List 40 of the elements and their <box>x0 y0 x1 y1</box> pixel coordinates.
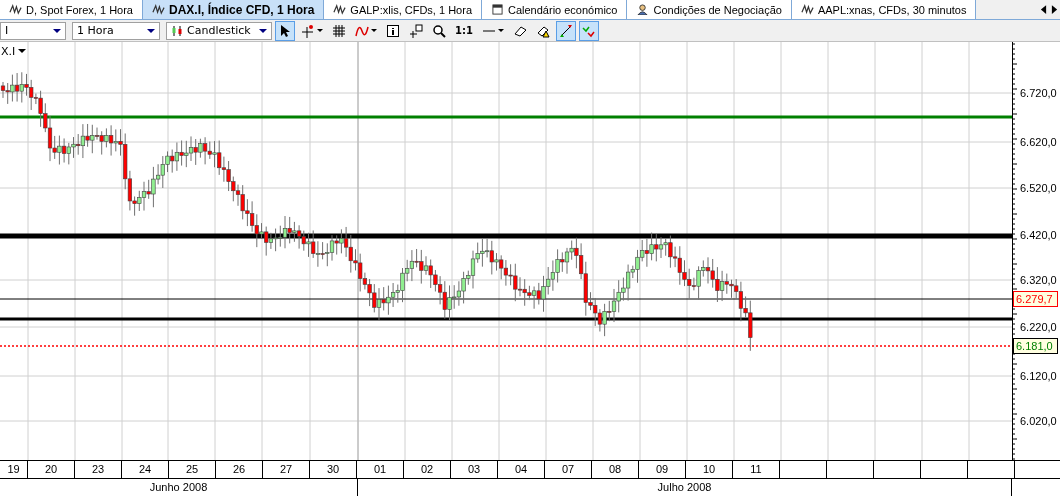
date-axis-label: 23 <box>75 461 122 478</box>
price-axis-label: 6.220,0 <box>1020 321 1057 333</box>
date-axis-label: 08 <box>592 461 639 478</box>
chart-type-select[interactable]: Candlestick <box>166 21 272 40</box>
text-tool-button[interactable]: 1:1 <box>452 20 476 41</box>
price-axis-label: 6.420,0 <box>1020 229 1057 241</box>
date-axis-label: 24 <box>122 461 169 478</box>
date-axis-label: 19 <box>0 461 28 478</box>
month-axis-label: Julho 2008 <box>358 479 1012 496</box>
symbol-select[interactable]: I <box>0 21 66 40</box>
date-axis-label: 11 <box>733 461 780 478</box>
date-axis-label: 26 <box>216 461 263 478</box>
chart-tab[interactable]: GALP:xlis, CFDs, 1 Hora <box>324 0 482 19</box>
month-axis-label: Junho 2008 <box>0 479 358 496</box>
price-tag: 6.181,0 <box>1013 338 1058 354</box>
chart-tab[interactable]: DAX.I, Índice CFD, 1 Hora <box>143 0 325 19</box>
date-axis-label: 10 <box>686 461 733 478</box>
date-axis-label: 01 <box>357 461 404 478</box>
date-axis-label: 04 <box>498 461 545 478</box>
interval-select[interactable]: 1 Hora <box>72 21 160 40</box>
date-axis-label: 30 <box>310 461 357 478</box>
chart-tab[interactable]: D, Spot Forex, 1 Hora <box>0 0 143 19</box>
chart-title: X.I <box>1 45 16 58</box>
date-axis-label: 20 <box>28 461 75 478</box>
price-axis-label: 6.320,0 <box>1020 274 1057 286</box>
chart-tab[interactable]: AAPL:xnas, CFDs, 30 minutos <box>791 0 977 19</box>
chart-tab[interactable]: Condições de Negociação <box>627 0 792 19</box>
price-axis-label: 6.020,0 <box>1020 415 1057 427</box>
date-axis-label: 03 <box>451 461 498 478</box>
price-axis-label: 6.720,0 <box>1020 87 1057 99</box>
date-axis-label: 07 <box>545 461 592 478</box>
date-axis-label: 25 <box>169 461 216 478</box>
chart-tab[interactable]: Calendário económico <box>482 0 628 19</box>
date-axis-label: 27 <box>263 461 310 478</box>
price-axis-label: 6.620,0 <box>1020 136 1057 148</box>
date-axis-label: 02 <box>404 461 451 478</box>
price-axis-label: 6.520,0 <box>1020 182 1057 194</box>
price-axis-label: 6.120,0 <box>1020 370 1057 382</box>
price-tag: 6.279,7 <box>1013 291 1058 307</box>
date-axis-label: 09 <box>639 461 686 478</box>
